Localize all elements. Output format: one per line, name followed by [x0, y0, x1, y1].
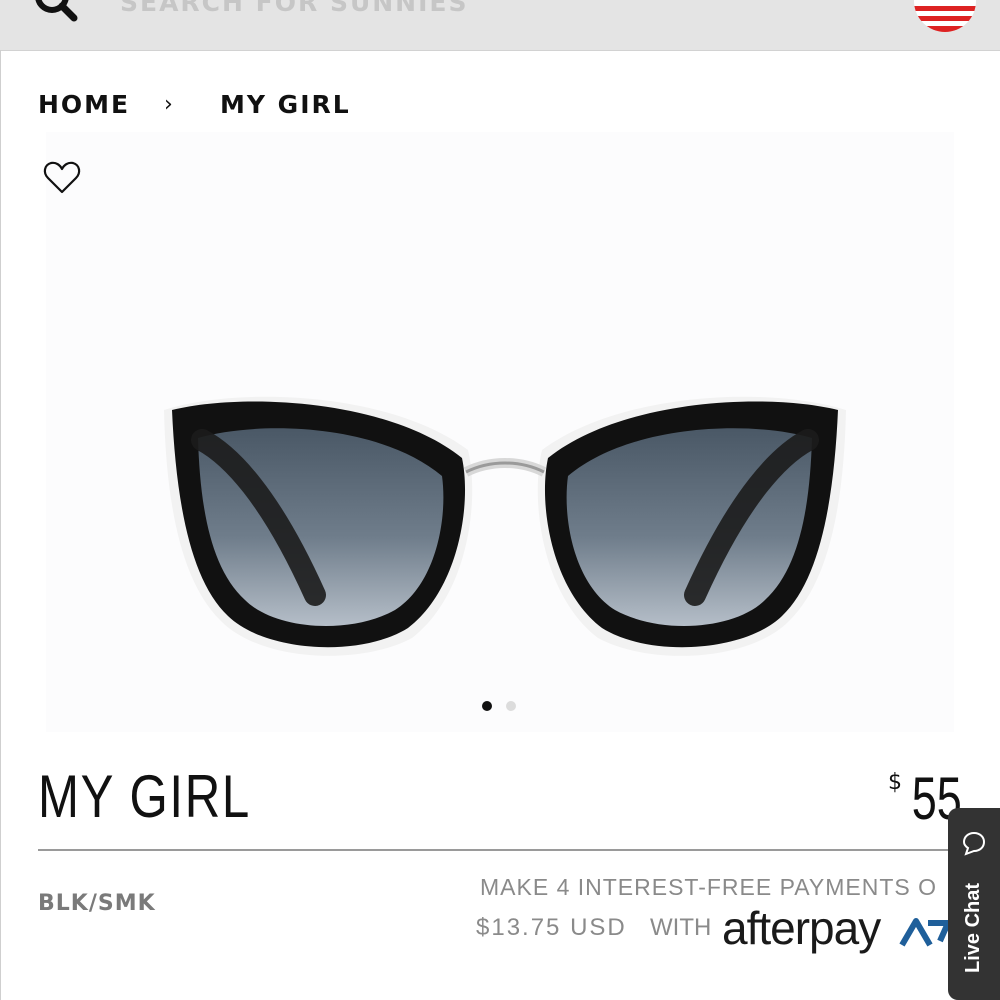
- heart-icon[interactable]: [42, 158, 82, 198]
- us-flag-icon[interactable]: [914, 0, 976, 32]
- product-title: MY GIRL: [38, 763, 251, 830]
- afterpay-amount: $13.75 USD: [476, 914, 627, 941]
- carousel-dots: [482, 701, 522, 713]
- carousel-dot-active[interactable]: [482, 701, 492, 711]
- divider: [38, 849, 962, 851]
- chat-bubble-icon: [962, 831, 986, 856]
- afterpay-with-text: WITH: [650, 914, 712, 941]
- price-currency: $: [888, 770, 902, 795]
- breadcrumb-current: MY GIRL: [220, 90, 351, 119]
- afterpay-logo[interactable]: afterpay: [722, 901, 881, 955]
- live-chat-label: Live Chat: [962, 882, 984, 973]
- product-variant: BLK/SMK: [38, 891, 156, 916]
- carousel-dot[interactable]: [506, 701, 516, 711]
- breadcrumb-separator: ›: [164, 92, 175, 117]
- page-left-border: [0, 50, 1, 1000]
- live-chat-button[interactable]: Live Chat: [948, 808, 1000, 1000]
- search-icon[interactable]: [26, 0, 86, 34]
- search-input[interactable]: SEARCH FOR SUNNIES: [120, 0, 468, 17]
- breadcrumb-home[interactable]: HOME: [38, 90, 130, 119]
- afterpay-message: MAKE 4 INTEREST-FREE PAYMENTS O: [480, 874, 937, 900]
- top-search-bar: SEARCH FOR SUNNIES: [0, 0, 1000, 51]
- sunglasses-product-image: [164, 396, 846, 656]
